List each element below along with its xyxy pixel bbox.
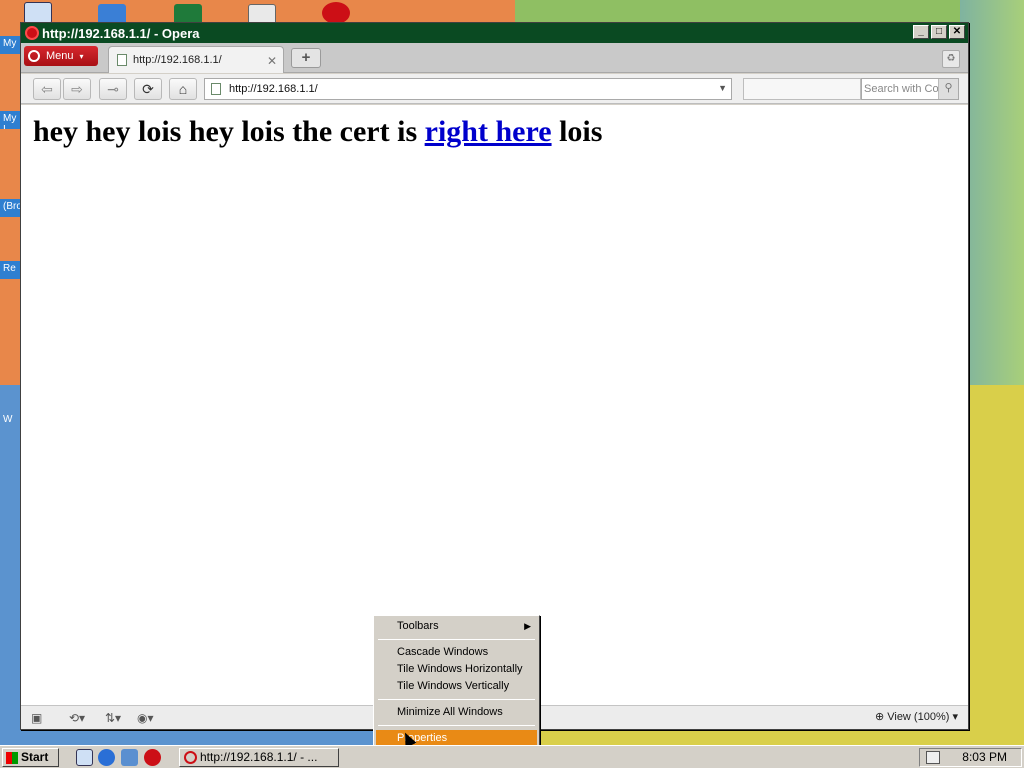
search-placeholder: Search with Co — [864, 83, 939, 95]
menu-item-label: Minimize All Windows — [397, 706, 503, 718]
close-button[interactable]: ✕ — [949, 25, 965, 39]
desktop-opera-icon[interactable] — [322, 2, 350, 24]
maximize-button[interactable]: □ — [931, 25, 947, 39]
desktop-label[interactable]: (Bro — [0, 199, 20, 217]
menu-separator — [378, 639, 535, 640]
menu-item-minimize-all[interactable]: Minimize All Windows — [376, 704, 537, 721]
cert-link[interactable]: right here — [425, 115, 552, 148]
back-button[interactable]: ⇦ — [33, 78, 61, 100]
panel-toggle-icon[interactable]: ▣ — [31, 710, 42, 726]
home-button[interactable]: ⌂ — [169, 78, 197, 100]
page-heading: hey hey lois hey lois the cert is right … — [33, 115, 602, 149]
menu-item-tile-horizontal[interactable]: Tile Windows Horizontally — [376, 661, 537, 678]
menu-separator — [378, 725, 535, 726]
wallpaper-teal — [960, 0, 1024, 385]
reload-button[interactable]: ⟳ — [134, 78, 162, 100]
tab-label: http://192.168.1.1/ — [133, 54, 222, 66]
chevron-down-icon[interactable]: ▼ — [718, 83, 727, 93]
submenu-arrow-icon: ▶ — [524, 621, 531, 631]
opera-logo-icon — [184, 751, 197, 764]
desktop-label[interactable]: My — [0, 36, 20, 54]
start-label: Start — [21, 750, 49, 764]
navigation-bar: ⇦ ⇨ ⊸ ⟳ ⌂ http://192.168.1.1/ ▼ Search w… — [21, 74, 968, 104]
zoom-icon: ⊕ — [874, 711, 885, 723]
context-menu: Toolbars ▶ Cascade Windows Tile Windows … — [373, 615, 540, 749]
taskbar-item-opera[interactable]: http://192.168.1.1/ - ... — [179, 748, 339, 767]
heading-text-before: hey hey lois hey lois the cert is — [33, 115, 425, 148]
search-input[interactable]: Search with Co ⚲ — [861, 78, 959, 100]
opera-logo-icon — [25, 26, 39, 40]
windows-logo-icon — [6, 752, 18, 764]
desktop-computer-icon[interactable] — [24, 2, 52, 24]
opera-logo-icon — [28, 50, 40, 62]
desktop-label[interactable]: My I — [0, 111, 20, 129]
menu-label: Menu — [46, 50, 74, 62]
network-tray-icon[interactable] — [926, 751, 940, 764]
menu-item-tile-vertical[interactable]: Tile Windows Vertically — [376, 678, 537, 695]
page-icon — [117, 54, 127, 66]
page-icon — [211, 83, 221, 95]
menu-item-label: Tile Windows Horizontally — [397, 663, 523, 675]
menu-separator — [378, 699, 535, 700]
heading-text-after: lois — [551, 115, 603, 148]
zoom-control[interactable]: ⊕ View (100%) ▾ — [875, 710, 958, 723]
opera-menu-button[interactable]: Menu ▾ — [24, 46, 98, 66]
taskbar: Start http://192.168.1.1/ - ... 8:03 PM — [0, 745, 1024, 768]
chevron-down-icon: ▾ — [952, 711, 958, 723]
task-label: http://192.168.1.1/ - ... — [200, 750, 318, 764]
desktop-label[interactable]: Re — [0, 261, 20, 279]
menu-item-toolbars[interactable]: Toolbars ▶ — [376, 618, 537, 635]
search-icon[interactable]: ⚲ — [938, 79, 958, 99]
quicklaunch-network-icon[interactable] — [121, 749, 138, 766]
trash-icon[interactable]: ♻ — [942, 50, 960, 68]
sync-icon[interactable]: ⟲▾ — [69, 710, 85, 726]
menu-item-label: Cascade Windows — [397, 646, 489, 658]
chevron-down-icon: ▾ — [79, 51, 84, 61]
window-controls: _ □ ✕ — [913, 25, 965, 39]
system-tray: 8:03 PM — [919, 748, 1022, 767]
title-bar[interactable]: http://192.168.1.1/ - Opera _ □ ✕ — [21, 23, 968, 43]
turbo-icon[interactable]: ◉▾ — [137, 710, 154, 726]
zoom-label: View (100%) — [887, 711, 950, 723]
start-button[interactable]: Start — [2, 748, 59, 767]
quicklaunch-opera-icon[interactable] — [144, 749, 161, 766]
quicklaunch-ie-icon[interactable] — [98, 749, 115, 766]
window-title: http://192.168.1.1/ - Opera — [42, 25, 200, 41]
quicklaunch-desktop-icon[interactable] — [76, 749, 93, 766]
menu-item-label: Tile Windows Vertically — [397, 680, 510, 692]
address-text: http://192.168.1.1/ — [229, 83, 318, 95]
menu-item-cascade[interactable]: Cascade Windows — [376, 644, 537, 661]
menu-item-label: Toolbars — [397, 620, 439, 632]
tab-close-icon[interactable]: ✕ — [267, 54, 277, 68]
key-icon[interactable]: ⊸ — [99, 78, 127, 100]
minimize-button[interactable]: _ — [913, 25, 929, 39]
speed-dial-handle[interactable] — [743, 78, 861, 100]
clock[interactable]: 8:03 PM — [962, 749, 1007, 766]
tab-strip: Menu ▾ http://192.168.1.1/ ✕ + ♻ — [21, 43, 968, 73]
tab-current[interactable]: http://192.168.1.1/ ✕ — [108, 46, 284, 73]
address-field[interactable]: http://192.168.1.1/ ▼ — [204, 78, 732, 100]
new-tab-button[interactable]: + — [291, 48, 321, 68]
desktop-label[interactable]: W — [0, 412, 20, 430]
forward-button[interactable]: ⇨ — [63, 78, 91, 100]
unite-icon[interactable]: ⇅▾ — [105, 710, 121, 726]
